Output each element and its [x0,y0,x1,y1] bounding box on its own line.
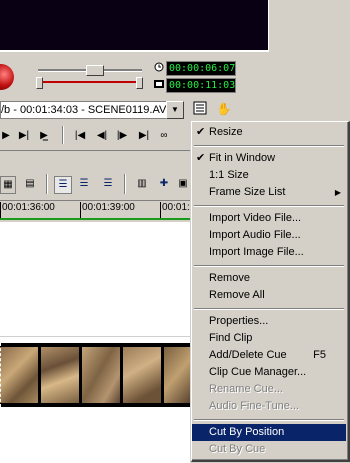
range-end-handle[interactable] [136,77,143,89]
menu-item-label: Cut By Cue [209,443,266,455]
clip-thumbnail [164,347,190,403]
check-icon: ✔ [196,126,206,138]
range-bar[interactable] [40,81,140,83]
ruler-label: 00:01: [162,202,190,213]
menu-item-remove-all[interactable]: Remove All [192,287,346,304]
menu-item-label: Fit in Window [209,152,276,164]
menu-item-resize[interactable]: ✔ Resize [192,124,346,141]
clip-select-dropdown-button[interactable]: ▼ [166,101,184,119]
menu-separator [194,145,344,147]
menu-item-label: Remove All [209,289,265,301]
clip-thumbnail [0,347,38,403]
timeline-tool-icon[interactable]: ▦ [0,176,16,194]
columns-icon[interactable]: ▥ [134,176,150,192]
menu-item-find-clip[interactable]: Find Clip [192,330,346,347]
ruler-label: 00:01:39:00 [82,202,135,213]
hand-icon[interactable]: ✋ [216,101,232,117]
toolbar-separator [124,174,126,194]
align-left-icon[interactable]: ☰ [54,176,72,194]
clock-icon [154,62,164,72]
toolbar-separator [62,126,64,144]
film-duration-icon [154,79,164,89]
clip-select[interactable]: /b - 00:01:34:03 - SCENE0119.AVI [0,101,172,119]
clip-select-value: /b - 00:01:34:03 - SCENE0119.AVI [1,104,170,116]
menu-item-label: Rename Cue... [209,383,283,395]
duration-timecode: 00:00:11:03 [166,78,236,93]
check-icon: ✔ [196,152,206,164]
ruler-label: 00:01:36:00 [2,202,55,213]
split-view-icon[interactable]: ▤ [22,176,38,192]
menu-separator [194,265,344,267]
menu-item-label: 1:1 Size [209,169,249,181]
menu-item-add-delete-cue[interactable]: Add/Delete Cue F5 [192,347,346,364]
menu-item-shortcut: F5 [313,349,326,361]
menu-item-fit-in-window[interactable]: ✔ Fit in Window [192,150,346,167]
menu-item-label: Import Audio File... [209,229,301,241]
track-divider [0,336,190,337]
menu-separator [194,308,344,310]
menu-item-label: Remove [209,272,250,284]
menu-item-import-audio[interactable]: Import Audio File... [192,227,346,244]
submenu-arrow-icon: ▶ [334,188,341,197]
menu-item-label: Resize [209,126,243,138]
menu-item-label: Properties... [209,315,269,327]
menu-item-import-image[interactable]: Import Image File... [192,244,346,261]
video-preview[interactable] [0,0,270,52]
menu-item-label: Clip Cue Manager... [209,366,307,378]
toolbar-separator [46,174,48,194]
menu-item-clip-cue-manager[interactable]: Clip Cue Manager... [192,364,346,381]
zoom-icon[interactable]: ▣ [176,176,190,192]
menu-item-cut-by-position[interactable]: Cut By Position [192,424,346,441]
ruler-tick [160,202,161,218]
play-icon[interactable]: ▶ [0,128,12,144]
ruler-tick [0,202,1,218]
timeline-range-line [0,218,190,220]
clip-thumbnail [82,347,120,403]
menu-item-label: Audio Fine-Tune... [209,400,300,412]
menu-item-remove[interactable]: Remove [192,270,346,287]
menu-item-properties[interactable]: Properties... [192,313,346,330]
range-start-handle[interactable] [36,77,43,89]
previous-icon[interactable]: ◀| [94,128,110,144]
clip-thumbnail [123,347,161,403]
ruler-tick [80,202,81,218]
menu-item-label: Frame Size List [209,186,286,198]
divider [0,150,190,151]
menu-item-label: Import Image File... [209,246,304,258]
context-menu: ✔ Resize ✔ Fit in Window 1:1 Size Frame … [191,121,350,462]
menu-item-label: Add/Delete Cue [209,349,287,361]
play-to-end-icon[interactable]: ▶| [16,128,32,144]
menu-item-import-video[interactable]: Import Video File... [192,210,346,227]
menu-item-label: Find Clip [209,332,253,344]
next-icon[interactable]: |▶ [114,128,130,144]
snap-icon[interactable]: ✚ [156,176,172,192]
menu-separator [194,205,344,207]
go-to-start-icon[interactable]: |◀ [72,128,88,144]
play-to-mark-icon[interactable]: ▶̲ [36,128,52,144]
position-timecode: 00:00:06:07 [166,61,236,76]
align-center-icon[interactable]: ☰ [76,176,92,192]
menu-separator [194,419,344,421]
clip-thumbnail [41,347,79,403]
preview-frame [268,0,283,52]
position-slider-thumb[interactable] [86,65,104,76]
menu-item-cut-by-cue: Cut By Cue [192,441,346,458]
menu-item-label: Import Video File... [209,212,302,224]
menu-item-label: Cut By Position [209,426,285,438]
loop-icon[interactable]: ∞ [156,128,172,144]
go-to-end-icon[interactable]: ▶| [136,128,152,144]
menu-item-rename-cue: Rename Cue... [192,381,346,398]
menu-item-1-1-size[interactable]: 1:1 Size [192,167,346,184]
align-right-icon[interactable]: ☰ [100,176,116,192]
properties-icon[interactable] [192,101,208,117]
menu-item-audio-fine-tune: Audio Fine-Tune... [192,398,346,415]
menu-item-frame-size-list[interactable]: Frame Size List ▶ [192,184,346,201]
